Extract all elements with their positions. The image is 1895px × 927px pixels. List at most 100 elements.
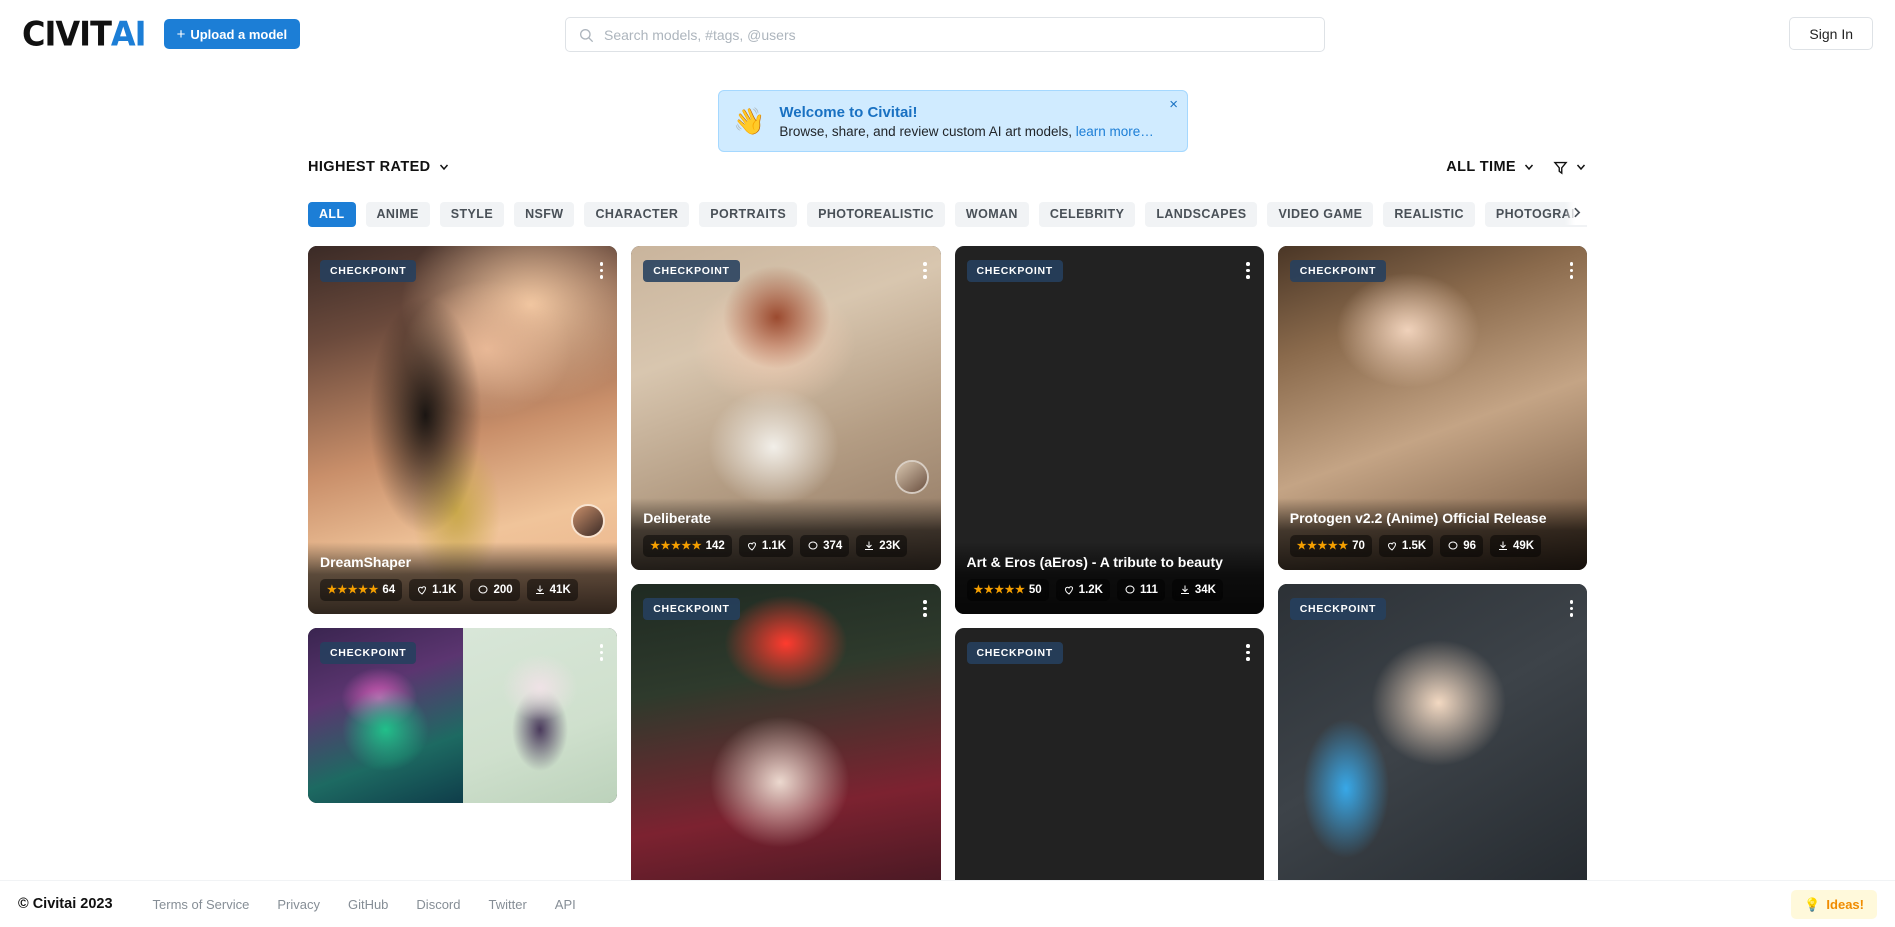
footer-link-discord[interactable]: Discord — [416, 897, 460, 912]
card-menu-button[interactable] — [598, 260, 606, 281]
avatar[interactable] — [571, 504, 605, 538]
search-input[interactable] — [604, 27, 1312, 43]
time-period-label: ALL TIME — [1446, 159, 1516, 175]
controls-row: HIGHEST RATED ALL TIME — [308, 146, 1587, 188]
filter-funnel-icon — [1553, 160, 1568, 175]
model-card[interactable]: CHECKPOINT Deliberate ★★★★★ 142 — [631, 246, 940, 570]
upload-a-model-button[interactable]: + Upload a model — [164, 19, 301, 49]
model-stats: ★★★★★ 142 1.1K 374 — [643, 535, 928, 557]
card-menu-button[interactable] — [1244, 260, 1252, 281]
model-stats: ★★★★★ 64 1.1K 200 — [320, 579, 605, 601]
model-card[interactable]: CHECKPOINT — [1278, 584, 1587, 914]
footer-link-terms-of-service[interactable]: Terms of Service — [153, 897, 250, 912]
model-title: Protogen v2.2 (Anime) Official Release — [1290, 510, 1575, 526]
category-tag-photorealistic[interactable]: PHOTOREALISTIC — [807, 202, 945, 227]
category-tags-row[interactable]: ALL ANIME STYLE NSFW CHARACTER PORTRAITS PHOTO… — [308, 200, 1587, 228]
rating-count: 50 — [1029, 584, 1042, 596]
rating-stat: ★★★★★ 70 — [1290, 535, 1372, 557]
app-header: CIVITAI + Upload a model Sign In — [0, 0, 1895, 68]
likes-count: 1.1K — [432, 584, 456, 596]
tags-scroll-right-button[interactable] — [1565, 200, 1587, 225]
search-container — [565, 17, 1325, 52]
likes-stat: 1.1K — [739, 535, 793, 557]
sign-in-button[interactable]: Sign In — [1789, 17, 1873, 50]
comments-stat: 200 — [470, 579, 519, 601]
model-card-footer: Art & Eros (aEros) - A tribute to beauty… — [955, 542, 1264, 614]
footer-link-privacy[interactable]: Privacy — [277, 897, 320, 912]
category-tag-portraits[interactable]: PORTRAITS — [699, 202, 797, 227]
model-type-badge: CHECKPOINT — [320, 642, 416, 664]
civitai-logo[interactable]: CIVITAI — [22, 14, 146, 54]
downloads-count: 34K — [1195, 584, 1216, 596]
comment-icon — [807, 540, 819, 552]
comment-icon — [477, 584, 489, 596]
rating-stat: ★★★★★ 50 — [967, 579, 1049, 601]
model-card-footer: DreamShaper ★★★★★ 64 1.1K — [308, 542, 617, 614]
rating-stat: ★★★★★ 142 — [643, 535, 732, 557]
category-tag-video-game[interactable]: VIDEO GAME — [1267, 202, 1373, 227]
model-type-badge: CHECKPOINT — [320, 260, 416, 282]
model-card-image — [1278, 584, 1587, 914]
model-card[interactable]: CHECKPOINT DreamShaper ★★★★★ 64 — [308, 246, 617, 614]
category-tag-character[interactable]: CHARACTER — [584, 202, 689, 227]
model-card[interactable]: CHECKPOINT Art & Eros (aEros) - A tribut… — [955, 246, 1264, 614]
footer-link-twitter[interactable]: Twitter — [489, 897, 527, 912]
category-tag-nsfw[interactable]: NSFW — [514, 202, 574, 227]
model-type-badge: CHECKPOINT — [1290, 598, 1386, 620]
model-card[interactable]: CHECKPOINT Protogen v2.2 (Anime) Officia… — [1278, 246, 1587, 570]
star-rating-icons: ★★★★★ — [650, 541, 701, 552]
plus-icon: + — [177, 26, 186, 43]
model-title: Deliberate — [643, 510, 928, 526]
learn-more-link[interactable]: learn more… — [1076, 124, 1154, 139]
star-rating-icons: ★★★★★ — [974, 585, 1025, 596]
downloads-stat: 49K — [1490, 535, 1541, 557]
card-menu-button[interactable] — [1244, 642, 1252, 663]
category-tag-landscapes[interactable]: LANDSCAPES — [1145, 202, 1257, 227]
card-menu-button[interactable] — [1568, 598, 1576, 619]
star-rating-icons: ★★★★★ — [327, 585, 378, 596]
category-tag-anime[interactable]: ANIME — [366, 202, 430, 227]
downloads-stat: 34K — [1172, 579, 1223, 601]
ideas-button-label: Ideas! — [1826, 897, 1864, 912]
banner-subtitle: Browse, share, and review custom AI art … — [779, 124, 1173, 139]
model-card[interactable]: CHECKPOINT — [308, 628, 617, 803]
comments-stat: 111 — [1117, 579, 1165, 601]
downloads-stat: 41K — [527, 579, 578, 601]
ideas-button[interactable]: 💡 Ideas! — [1791, 890, 1877, 919]
sort-dropdown[interactable]: HIGHEST RATED — [308, 159, 450, 175]
model-type-badge: CHECKPOINT — [1290, 260, 1386, 282]
category-tag-celebrity[interactable]: CELEBRITY — [1039, 202, 1135, 227]
model-type-badge: CHECKPOINT — [967, 642, 1063, 664]
category-tag-woman[interactable]: WOMAN — [955, 202, 1029, 227]
card-menu-button[interactable] — [598, 642, 606, 663]
footer-link-api[interactable]: API — [555, 897, 576, 912]
likes-count: 1.5K — [1402, 540, 1426, 552]
rating-count: 70 — [1352, 540, 1365, 552]
model-card-footer: Protogen v2.2 (Anime) Official Release ★… — [1278, 498, 1587, 570]
model-card[interactable]: CHECKPOINT — [955, 628, 1264, 918]
search-box[interactable] — [565, 17, 1325, 52]
footer-links: Terms of Service Privacy GitHub Discord Twit… — [153, 897, 576, 912]
heart-icon — [746, 540, 758, 552]
filter-button[interactable] — [1553, 160, 1587, 175]
comments-count: 96 — [1463, 540, 1476, 552]
close-icon[interactable]: × — [1169, 97, 1178, 112]
avatar[interactable] — [895, 460, 929, 494]
download-icon — [1179, 584, 1191, 596]
card-menu-button[interactable] — [921, 260, 929, 281]
category-tag-style[interactable]: STYLE — [440, 202, 504, 227]
footer-link-github[interactable]: GitHub — [348, 897, 388, 912]
card-menu-button[interactable] — [1568, 260, 1576, 281]
downloads-count: 49K — [1513, 540, 1534, 552]
upload-button-label: Upload a model — [190, 27, 287, 42]
category-tag-realistic[interactable]: REALISTIC — [1383, 202, 1475, 227]
heart-icon — [1063, 584, 1075, 596]
card-menu-button[interactable] — [921, 598, 929, 619]
category-tag-all[interactable]: ALL — [308, 202, 356, 227]
logo-text-blue: AI — [111, 14, 146, 54]
time-period-dropdown[interactable]: ALL TIME — [1446, 159, 1535, 175]
welcome-banner: 👋 Welcome to Civitai! Browse, share, and… — [718, 90, 1188, 152]
model-card[interactable]: CHECKPOINT — [631, 584, 940, 914]
model-stats: ★★★★★ 50 1.2K 111 — [967, 579, 1252, 601]
likes-stat: 1.1K — [409, 579, 463, 601]
